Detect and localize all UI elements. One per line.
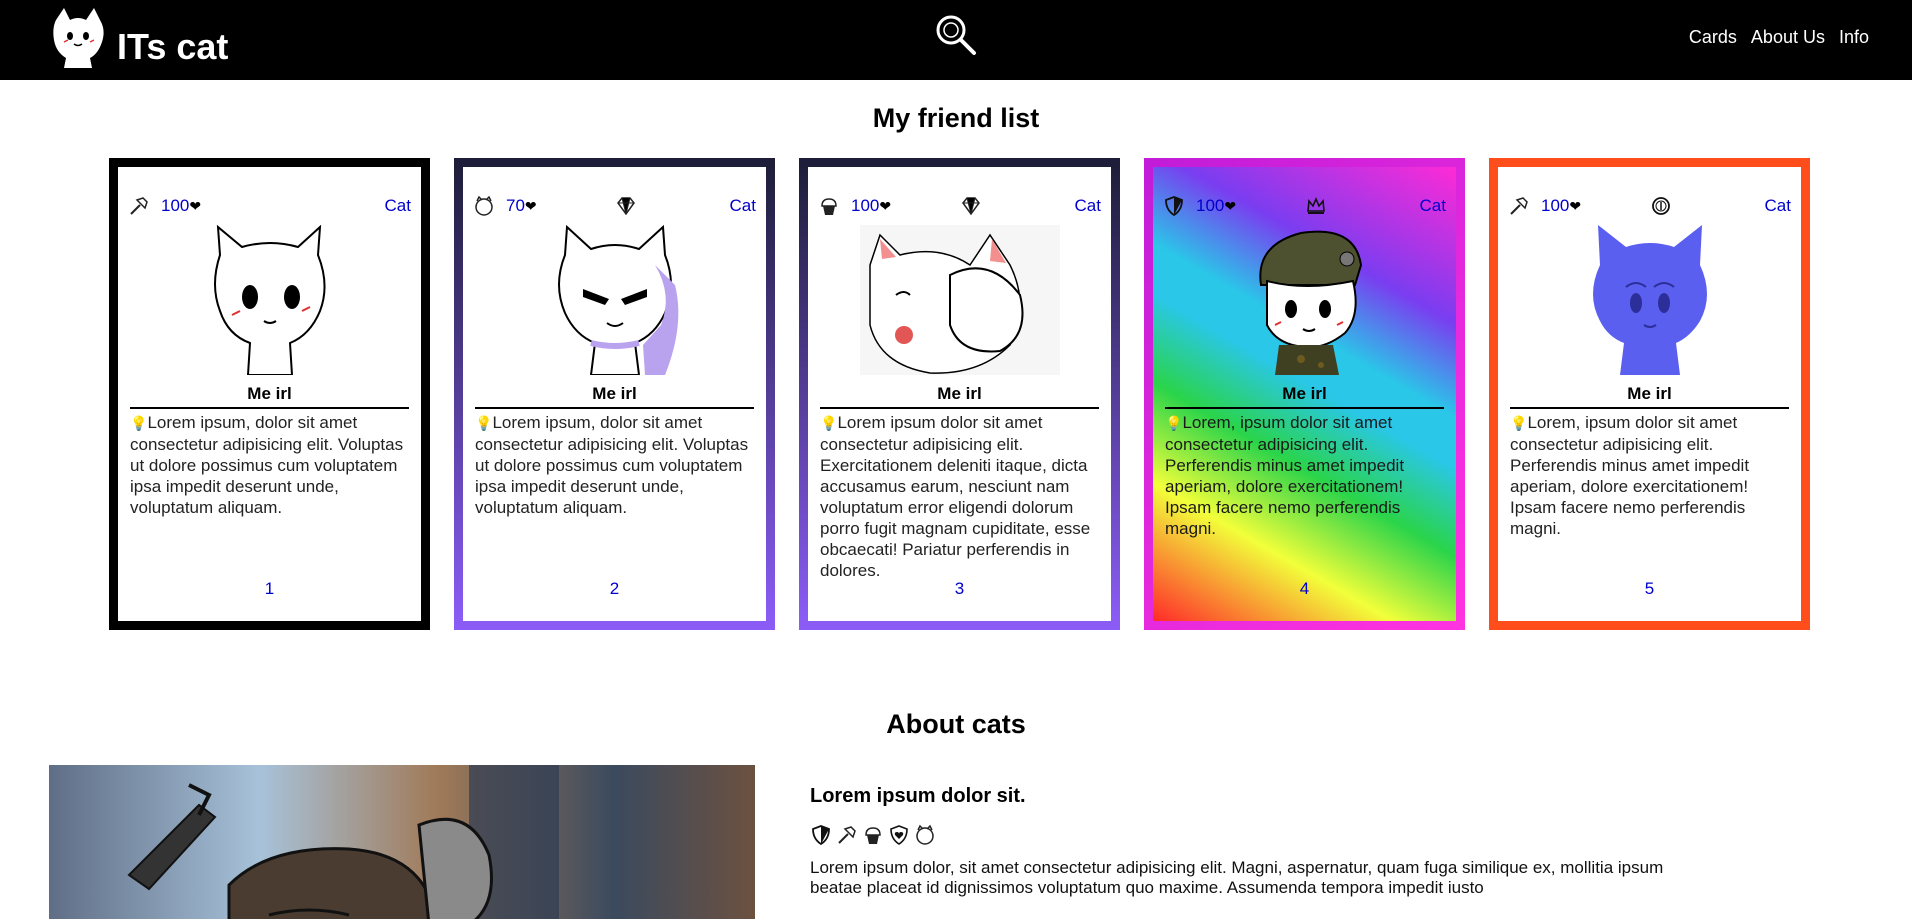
diamond-icon [962, 197, 980, 216]
about-icon-row [810, 824, 1670, 846]
cat-portrait [859, 225, 1060, 375]
friend-card[interactable]: 100❤ Cat Me irl 💡Lorem ipsum dolor sit a… [799, 158, 1120, 630]
cat-portrait [557, 225, 678, 375]
card-name: Me irl [130, 384, 409, 409]
card-stat-row: 100❤ Cat [1508, 195, 1791, 217]
friend-card[interactable]: 70❤ Cat Me irl 💡Lorem ipsum, dolor sit a… [454, 158, 775, 630]
lightbulb-icon: 💡 [1510, 415, 1528, 431]
heart-icon: ❤ [189, 198, 202, 214]
heart-icon: ❤ [524, 198, 537, 214]
top-navbar: ITs cat Cards About Us Info [0, 0, 1912, 80]
cat-portrait [213, 225, 325, 375]
about-cats-title: About cats [886, 709, 1026, 739]
heart-icon: ❤ [1224, 198, 1237, 214]
card-hp: 100❤ [1541, 196, 1582, 215]
card-stat-row: 100❤ Cat [1163, 195, 1446, 217]
heart-shield-icon [890, 825, 908, 845]
card-description: 💡Lorem ipsum, dolor sit amet consectetur… [130, 413, 404, 517]
card-name: Me irl [820, 384, 1099, 409]
card-description: 💡Lorem ipsum dolor sit amet consectetur … [820, 413, 1091, 580]
card-number: 5 [1644, 579, 1655, 598]
cat-face-icon [475, 195, 493, 216]
card-description: 💡Lorem, ipsum dolor sit amet consectetur… [1165, 413, 1405, 538]
card-description: 💡Lorem, ipsum dolor sit amet consectetur… [1510, 413, 1750, 538]
card-number: 4 [1299, 579, 1310, 598]
card-category: Cat [1419, 196, 1446, 215]
main-nav: Cards About Us Info [1689, 26, 1869, 48]
card-stat-row: 70❤ Cat [473, 195, 756, 217]
cat-logo-icon[interactable] [50, 6, 106, 68]
hammer-icon [1510, 197, 1528, 215]
about-content: Lorem ipsum dolor sit. Lorem ipsum dolor… [810, 784, 1670, 898]
card-hp: 100❤ [161, 196, 202, 215]
cat-portrait [1258, 230, 1362, 375]
card-name: Me irl [1165, 384, 1444, 409]
cat-portrait [1592, 225, 1707, 375]
friend-card[interactable]: 100❤ Cat Me irl 💡Lorem ipsum, dolor sit … [109, 158, 430, 630]
card-number: 3 [954, 579, 965, 598]
lightbulb-icon: 💡 [130, 415, 148, 431]
card-name: Me irl [1510, 384, 1789, 409]
hammer-icon [130, 197, 148, 215]
card-name: Me irl [475, 384, 754, 409]
lightbulb-icon: 💡 [1165, 415, 1183, 431]
shield-icon [812, 825, 830, 846]
card-category: Cat [1764, 196, 1791, 215]
shield-icon [1165, 196, 1183, 217]
card-stat-row: 100❤ Cat [128, 195, 411, 217]
card-hp: 100❤ [851, 196, 892, 215]
brand-title[interactable]: ITs cat [117, 26, 228, 68]
search-icon[interactable] [934, 13, 978, 57]
card-number: 1 [264, 579, 275, 598]
about-cat-illustration [49, 765, 755, 919]
friend-list-title: My friend list [872, 103, 1040, 133]
lightbulb-icon: 💡 [475, 415, 493, 431]
card-stat-row: 100❤ Cat [818, 195, 1101, 217]
cupcake-icon [865, 827, 881, 844]
card-description: 💡Lorem ipsum, dolor sit amet consectetur… [475, 413, 749, 517]
coin-icon [1652, 197, 1670, 215]
cat-face-icon [916, 824, 934, 845]
card-number: 2 [609, 579, 620, 598]
card-category: Cat [729, 196, 756, 215]
card-category: Cat [1074, 196, 1101, 215]
card-hp: 70❤ [506, 196, 537, 215]
about-heading: Lorem ipsum dolor sit. [810, 785, 1026, 807]
friend-card[interactable]: 100❤ Cat Me irl 💡Lorem, ipsum dolor sit … [1489, 158, 1810, 630]
friend-card[interactable]: 100❤ Cat Me irl 💡Lorem, ipsum dolor sit … [1144, 158, 1465, 630]
diamond-icon [617, 197, 635, 216]
lightbulb-icon: 💡 [820, 415, 838, 431]
crown-icon [1307, 196, 1325, 214]
cupcake-icon [821, 198, 837, 215]
heart-icon: ❤ [1569, 198, 1582, 214]
nav-link-info[interactable]: Info [1839, 26, 1869, 48]
heart-icon: ❤ [879, 198, 892, 214]
card-category: Cat [384, 196, 411, 215]
card-hp: 100❤ [1196, 196, 1237, 215]
hammer-icon [838, 826, 856, 844]
about-paragraph: Lorem ipsum dolor, sit amet consectetur … [810, 858, 1664, 897]
nav-link-cards[interactable]: Cards [1689, 26, 1737, 48]
nav-link-about-us[interactable]: About Us [1751, 26, 1825, 48]
